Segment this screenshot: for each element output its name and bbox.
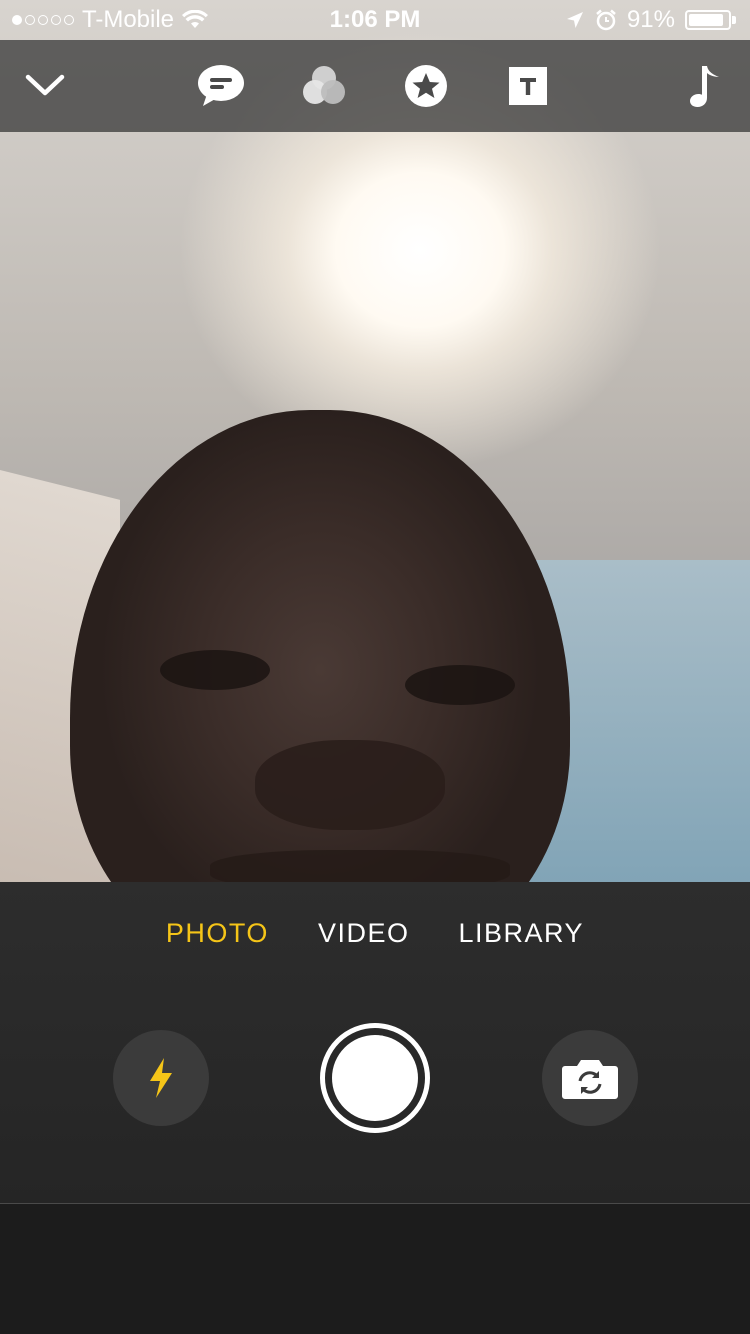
camera-mode-selector: PHOTO VIDEO LIBRARY (0, 918, 750, 949)
speech-bubble-icon (198, 65, 244, 106)
color-circles-icon (303, 66, 345, 104)
stickers-button[interactable] (396, 56, 456, 116)
filters-button[interactable] (294, 56, 354, 116)
collapse-button[interactable] (15, 56, 75, 116)
star-badge-icon (405, 65, 447, 107)
mode-video[interactable]: VIDEO (318, 918, 410, 949)
mode-library[interactable]: LIBRARY (459, 918, 585, 949)
battery-icon (685, 10, 731, 30)
subject-eye-right (405, 665, 515, 705)
subject-eye-left (160, 650, 270, 690)
camera-control-panel: PHOTO VIDEO LIBRARY (0, 882, 750, 1204)
chevron-down-icon (25, 74, 65, 96)
text-box-icon (509, 67, 547, 105)
text-button[interactable] (498, 56, 558, 116)
flash-button[interactable] (113, 1030, 209, 1126)
lightning-bolt-icon (150, 1058, 172, 1098)
music-note-icon (690, 66, 719, 107)
subject-mouth (210, 850, 510, 882)
bottom-bar (0, 1204, 750, 1334)
shutter-button-inner (332, 1035, 418, 1121)
subject-nose (255, 740, 445, 830)
mode-photo[interactable]: PHOTO (166, 918, 269, 949)
camera-switch-button[interactable] (542, 1030, 638, 1126)
camera-switch-icon (562, 1060, 618, 1099)
camera-viewfinder[interactable] (0, 0, 750, 882)
status-bar: T-Mobile 1:06 PM 91% (0, 0, 750, 40)
caption-button[interactable] (191, 56, 251, 116)
shutter-button[interactable] (320, 1023, 430, 1133)
clock: 1:06 PM (329, 6, 421, 33)
music-button[interactable] (675, 56, 735, 116)
editor-toolbar (0, 40, 750, 132)
